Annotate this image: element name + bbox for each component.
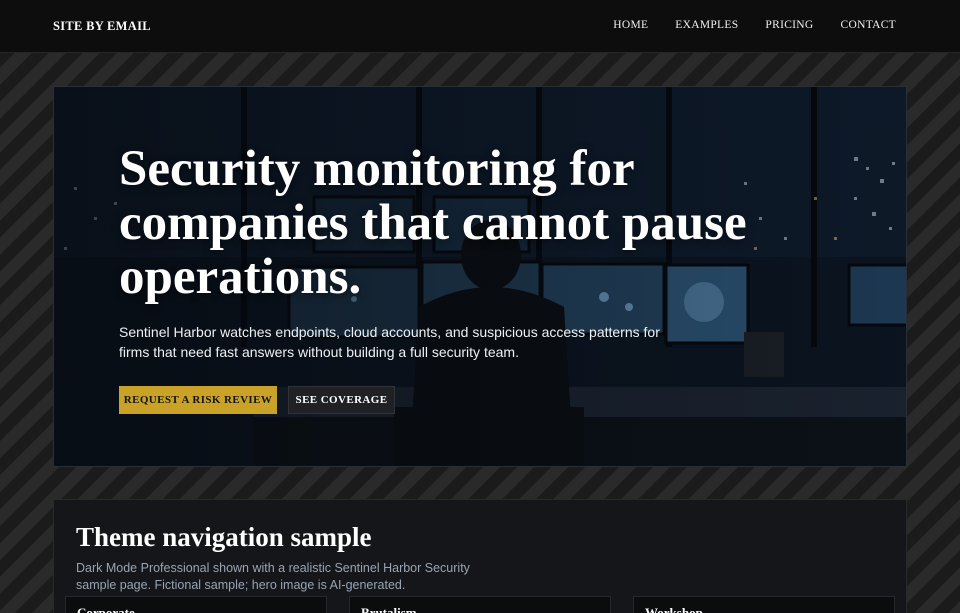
request-risk-review-button[interactable]: REQUEST A RISK REVIEW [119, 386, 277, 414]
theme-card-brutalism[interactable]: Brutalism [349, 596, 611, 613]
theme-card-label: Corporate [77, 605, 135, 613]
theme-sample-panel: Theme navigation sample Dark Mode Profes… [53, 499, 907, 613]
nav-contact[interactable]: CONTACT [841, 19, 896, 31]
nav-home[interactable]: HOME [613, 19, 648, 31]
nav-examples[interactable]: EXAMPLES [675, 19, 738, 31]
hero-headline: Security monitoring for companies that c… [119, 141, 747, 305]
panel-description: Dark Mode Professional shown with a real… [76, 561, 470, 592]
brand-logo-link[interactable]: SITE BY EMAIL [53, 19, 151, 34]
see-coverage-button[interactable]: SEE COVERAGE [288, 386, 395, 414]
theme-card-label: Brutalism [361, 605, 417, 613]
theme-card-label: Workshop [645, 605, 703, 613]
panel-title: Theme navigation sample [76, 522, 372, 552]
hero-subheadline: Sentinel Harbor watches endpoints, cloud… [119, 324, 660, 360]
theme-card-workshop[interactable]: Workshop [633, 596, 895, 613]
nav-pricing[interactable]: PRICING [765, 19, 813, 31]
top-navigation-bar: SITE BY EMAIL HOME EXAMPLES PRICING CONT… [0, 0, 960, 53]
hero-section: Security monitoring for companies that c… [53, 86, 907, 467]
theme-card-corporate[interactable]: Corporate [65, 596, 327, 613]
primary-nav: HOME EXAMPLES PRICING CONTACT [613, 19, 896, 31]
